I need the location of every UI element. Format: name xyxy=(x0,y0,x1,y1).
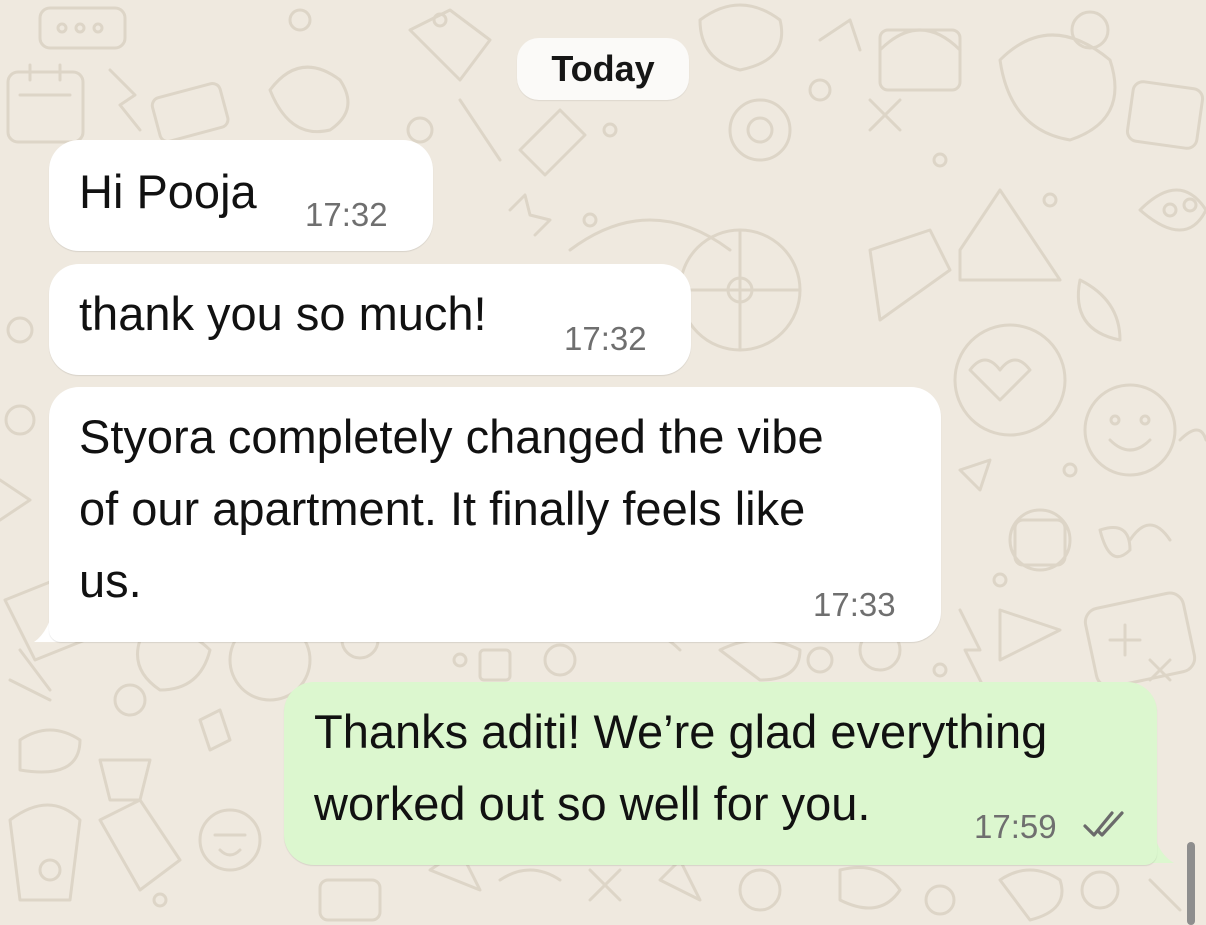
incoming-message-bubble[interactable]: Styora completely changed the vibe of ou… xyxy=(49,387,941,642)
message-text-line: worked out so well for you. xyxy=(314,777,871,830)
message-text-line: Styora completely changed the vibe xyxy=(79,410,824,463)
incoming-message-bubble[interactable]: Hi Pooja 17:32 xyxy=(49,140,433,251)
scrollbar[interactable] xyxy=(1187,842,1195,925)
message-text: thank you so much! xyxy=(79,287,487,340)
message-timestamp: 17:59 xyxy=(974,808,1057,845)
message-text-line: us. xyxy=(79,554,142,607)
message-timestamp: 17:32 xyxy=(564,320,647,357)
message-timestamp: 17:32 xyxy=(305,196,388,233)
message-text-line: of our apartment. It finally feels like xyxy=(79,482,806,535)
date-separator-label: Today xyxy=(551,48,655,89)
double-check-icon xyxy=(1083,811,1124,837)
incoming-message-bubble[interactable]: thank you so much! 17:32 xyxy=(49,264,691,375)
outgoing-message-bubble[interactable]: Thanks aditi! We’re glad everything work… xyxy=(284,682,1157,865)
message-timestamp: 17:33 xyxy=(813,586,896,623)
message-text-line: Thanks aditi! We’re glad everything xyxy=(314,705,1048,758)
message-text: Hi Pooja xyxy=(79,165,257,218)
date-separator: Today xyxy=(517,38,689,100)
